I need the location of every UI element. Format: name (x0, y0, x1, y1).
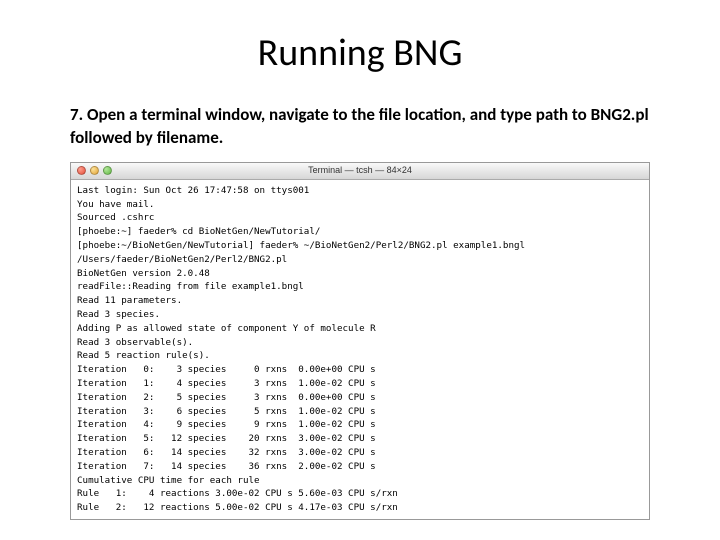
terminal-window: Terminal — tcsh — 84×24 Last login: Sun … (70, 162, 650, 520)
slide: Running BNG 7. Open a terminal window, n… (0, 0, 720, 540)
slide-title: Running BNG (0, 30, 720, 76)
window-titlebar: Terminal — tcsh — 84×24 (71, 163, 649, 180)
minimize-icon[interactable] (90, 166, 99, 175)
maximize-icon[interactable] (103, 166, 112, 175)
terminal-output: Last login: Sun Oct 26 17:47:58 on ttys0… (71, 180, 649, 519)
window-buttons (77, 166, 112, 175)
window-title: Terminal — tcsh — 84×24 (71, 164, 649, 178)
close-icon[interactable] (77, 166, 86, 175)
instruction-text: 7. Open a terminal window, navigate to t… (70, 104, 650, 150)
